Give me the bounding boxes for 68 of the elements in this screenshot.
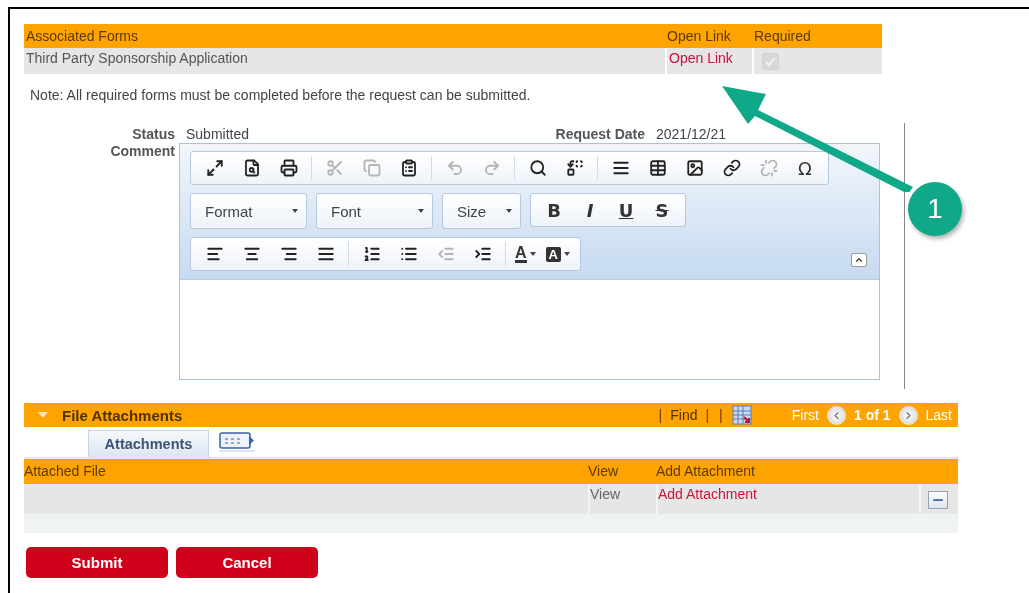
special-character-button[interactable]: Ω xyxy=(788,153,822,183)
grid-download-icon[interactable] xyxy=(731,405,752,425)
column-header: Attached File xyxy=(24,459,588,484)
align-left-icon xyxy=(205,245,224,263)
undo-icon xyxy=(445,159,464,177)
strike-button[interactable]: S xyxy=(645,195,679,225)
maximize-icon xyxy=(205,159,224,177)
image-icon xyxy=(685,159,704,177)
indent-icon xyxy=(473,245,492,263)
bulleted-icon xyxy=(399,245,418,263)
replace-icon xyxy=(565,159,584,177)
table-icon xyxy=(648,159,667,177)
column-header xyxy=(919,459,958,484)
text-color-button[interactable]: A xyxy=(511,239,540,269)
status-value: Submitted xyxy=(186,126,251,142)
callout-badge: 1 xyxy=(908,182,962,236)
print-icon xyxy=(279,159,298,177)
page-count-text: 1 of 1 xyxy=(853,407,891,423)
justify-icon xyxy=(316,245,335,263)
add-attachment-link[interactable]: Add Attachment xyxy=(658,486,757,502)
separator-text: | xyxy=(719,407,723,423)
background-color-button[interactable]: A xyxy=(541,239,574,269)
column-header: View xyxy=(588,459,656,484)
rule-icon xyxy=(611,159,630,177)
paste-icon xyxy=(399,159,418,177)
numbered-icon xyxy=(362,245,381,263)
check-icon xyxy=(765,56,776,67)
comment-label: Comment xyxy=(109,143,175,161)
cut-icon xyxy=(325,159,344,177)
copy-icon xyxy=(362,159,381,177)
redo-icon xyxy=(482,159,501,177)
underline-button[interactable]: U xyxy=(609,195,643,225)
next-button[interactable] xyxy=(898,405,918,425)
collapse-toolbar-button[interactable] xyxy=(851,253,867,267)
column-header: Open Link xyxy=(665,24,752,48)
preview-icon xyxy=(242,159,261,177)
collapse-icon xyxy=(854,255,864,265)
link-icon xyxy=(722,159,741,177)
bold-button[interactable]: B xyxy=(537,195,571,225)
outdent-icon xyxy=(436,245,455,263)
column-header: Add Attachment xyxy=(656,459,919,484)
find-link[interactable]: Find xyxy=(670,407,698,423)
status-label: Status xyxy=(131,126,175,142)
find-icon xyxy=(528,159,547,177)
show-all-columns-button[interactable] xyxy=(219,432,255,452)
submit-button[interactable]: Submit xyxy=(26,547,168,578)
tab[interactable]: Attachments xyxy=(88,430,209,457)
grid-tab-icon xyxy=(219,432,255,450)
request-date-label: Request Date xyxy=(554,126,645,142)
unlink-icon xyxy=(759,159,778,177)
dropdown[interactable]: Format xyxy=(190,193,307,229)
previous-button[interactable] xyxy=(826,405,846,425)
italic-button[interactable]: I xyxy=(573,195,607,225)
cancel-button[interactable]: Cancel xyxy=(176,547,318,578)
table-cell: View xyxy=(588,484,656,514)
dropdown[interactable]: Font xyxy=(316,193,433,229)
delete-row-button[interactable] xyxy=(928,491,948,509)
align-center-icon xyxy=(242,245,261,263)
separator-text: | xyxy=(658,407,663,423)
table-cell: Third Party Sponsorship Application xyxy=(24,48,665,74)
column-header: Required xyxy=(752,24,882,48)
column-header: Associated Forms xyxy=(24,24,665,48)
dropdown[interactable]: Size xyxy=(442,193,521,229)
separator-text: | xyxy=(705,407,710,423)
align-right-icon xyxy=(279,245,298,263)
section-title: File Attachments xyxy=(62,406,183,424)
request-date-value: 2021/12/21 xyxy=(656,126,728,142)
note-text: Note: All required forms must be completed before the request can be submitted. xyxy=(30,87,532,103)
